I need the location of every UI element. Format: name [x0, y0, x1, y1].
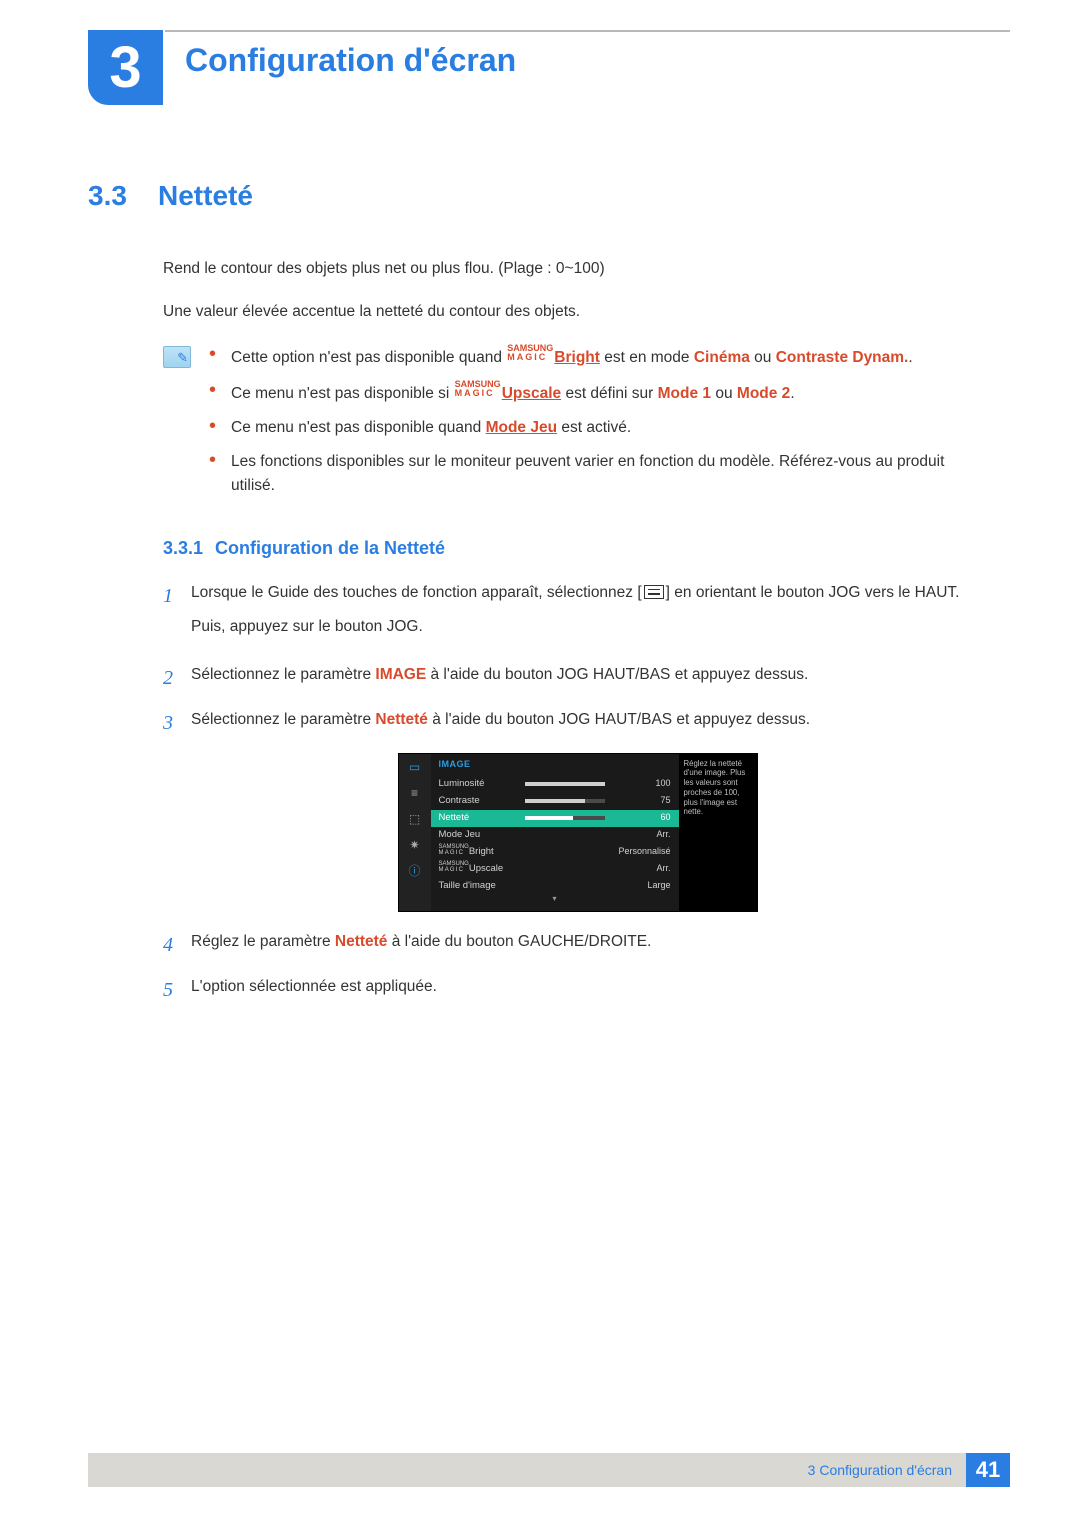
- top-rule: [165, 30, 1010, 32]
- osd-icon-size: ⬚: [405, 812, 425, 828]
- note-item-2: Ce menu n'est pas disponible si SAMSUNGM…: [209, 380, 992, 406]
- note-item-4: Les fonctions disponibles sur le moniteu…: [209, 450, 992, 498]
- osd-screenshot: ▭ ≡ ⬚ ✷ ⓘ IMAGE Luminosité 100 Contraste…: [398, 753, 758, 912]
- osd-icon-settings: ✷: [405, 838, 425, 854]
- step-2: 2 Sélectionnez le paramètre IMAGE à l'ai…: [163, 663, 992, 694]
- osd-sidebar: ▭ ≡ ⬚ ✷ ⓘ: [399, 754, 431, 911]
- osd-panel-title: IMAGE: [439, 758, 671, 772]
- section-number: 3.3: [88, 180, 158, 212]
- osd-help-panel: Réglez la netteté d'une image. Plus les …: [679, 754, 757, 911]
- note-item-3: Ce menu n'est pas disponible quand Mode …: [209, 416, 992, 440]
- intro-para-1: Rend le contour des objets plus net ou p…: [163, 257, 992, 280]
- page-footer: 3 Configuration d'écran 41: [88, 1453, 1010, 1487]
- chapter-number-tab: 3: [88, 30, 163, 105]
- osd-main-panel: IMAGE Luminosité 100 Contraste 75 Nettet…: [431, 754, 679, 911]
- section-title: Netteté: [158, 180, 253, 211]
- step-4: 4 Réglez le paramètre Netteté à l'aide d…: [163, 930, 992, 961]
- osd-row-modejeu: Mode Jeu Arr.: [439, 827, 671, 844]
- osd-icon-image: ▭: [405, 760, 425, 776]
- samsung-magic-logo: SAMSUNGMAGIC: [507, 344, 553, 362]
- osd-scroll-down-icon: ▾: [439, 893, 671, 905]
- step-3: 3 Sélectionnez le paramètre Netteté à l'…: [163, 708, 992, 739]
- intro-para-2: Une valeur élevée accentue la netteté du…: [163, 300, 992, 323]
- menu-icon: [644, 585, 664, 599]
- step-5: 5 L'option sélectionnée est appliquée.: [163, 975, 992, 1006]
- footer-chapter-label: 3 Configuration d'écran: [794, 1453, 966, 1487]
- osd-row-upscale: SAMSUNGMAGICUpscale Arr.: [439, 861, 671, 878]
- osd-icon-info: ⓘ: [405, 864, 425, 880]
- note-item-1: Cette option n'est pas disponible quand …: [209, 344, 992, 370]
- page-content: 3.3Netteté Rend le contour des objets pl…: [88, 180, 992, 1020]
- note-block: Cette option n'est pas disponible quand …: [163, 344, 992, 508]
- osd-row-contraste: Contraste 75: [439, 793, 671, 810]
- osd-row-bright: SAMSUNGMAGICBright Personnalisé: [439, 844, 671, 861]
- footer-bar: [88, 1453, 794, 1487]
- step-1: 1 Lorsque le Guide des touches de foncti…: [163, 581, 992, 649]
- footer-page-number: 41: [966, 1453, 1010, 1487]
- section-heading: 3.3Netteté: [88, 180, 992, 212]
- note-icon: [163, 346, 191, 368]
- osd-icon-list: ≡: [405, 786, 425, 802]
- osd-row-nettete-selected: Netteté 60: [431, 810, 679, 827]
- samsung-magic-logo: SAMSUNGMAGIC: [455, 380, 501, 398]
- subsection-heading: 3.3.1Configuration de la Netteté: [163, 538, 992, 559]
- note-list: Cette option n'est pas disponible quand …: [209, 344, 992, 508]
- chapter-title: Configuration d'écran: [185, 42, 516, 79]
- osd-row-luminosite: Luminosité 100: [439, 776, 671, 793]
- steps-list: 1 Lorsque le Guide des touches de foncti…: [163, 581, 992, 1006]
